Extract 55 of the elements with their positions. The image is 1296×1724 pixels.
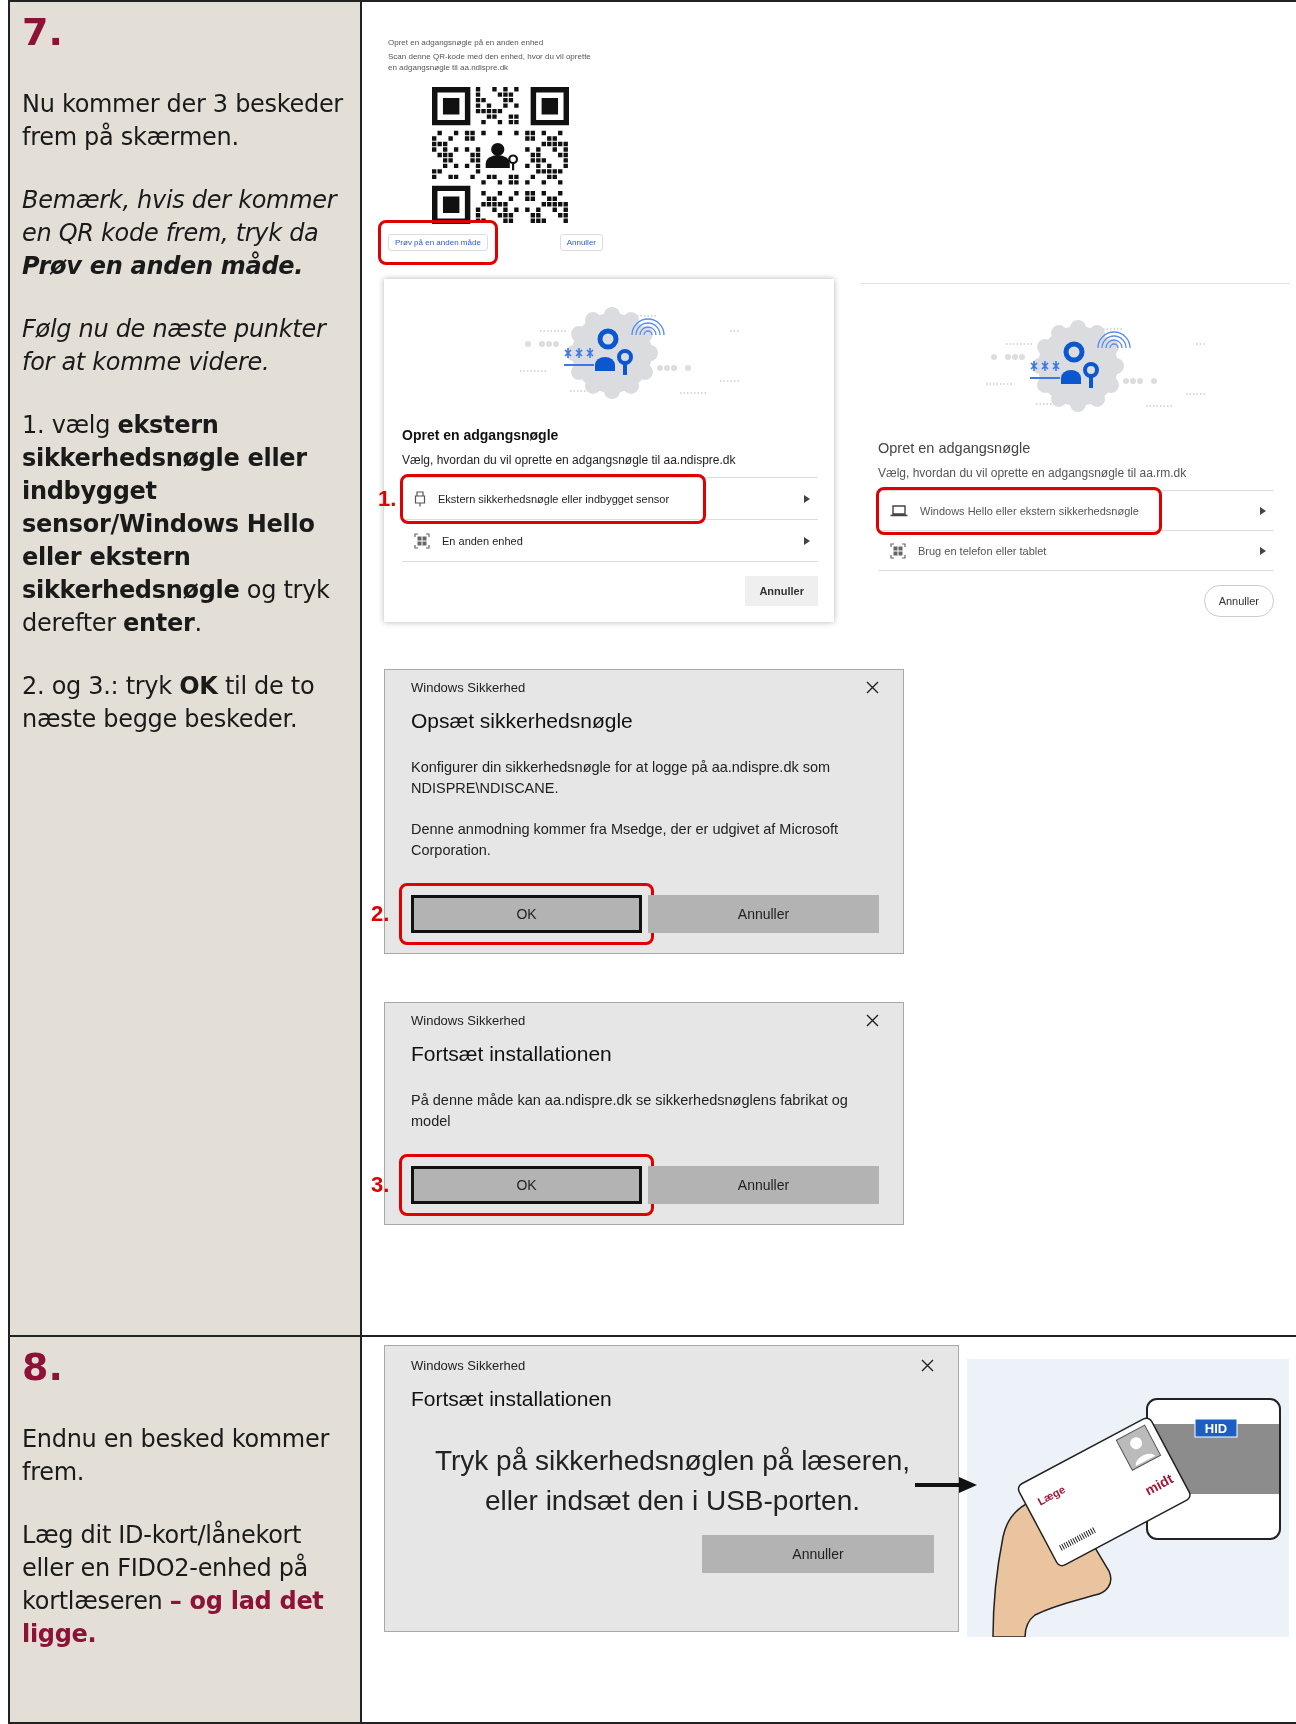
step-number: 7. (22, 10, 63, 54)
close-icon[interactable] (866, 1014, 879, 1027)
cancel-button[interactable]: Annuller (648, 1166, 879, 1204)
dialog-title: Opret en adgangsnøgle på en anden enhed (388, 38, 545, 47)
instruction-text: Følg nu de næste punkter for at komme videre. (22, 314, 328, 378)
option-row[interactable]: Ekstern sikkerhedsnøgle eller indbygget sensor (402, 478, 818, 520)
dialog-title: Opret en adgangsnøgle (878, 440, 1032, 456)
instruction-text: Nu kommer der 3 beskeder frem på skærmen. (22, 89, 344, 153)
cancel-button[interactable]: Annuller (1203, 585, 1274, 617)
instruction-text: 2. og 3.: tryk OK til de to næste begge beskeder. (22, 671, 316, 735)
caret-icon (804, 494, 810, 503)
grid-icon (414, 532, 430, 549)
dialog-title: Opret en adgangsnøgle (402, 427, 560, 443)
option-row[interactable]: Windows Hello eller ekstern sikkerhedsnøgle (878, 491, 1274, 531)
dialog-caption: Windows Sikkerhed (411, 680, 526, 695)
card-brand: midt (1142, 1470, 1176, 1499)
ok-button[interactable]: OK (411, 1166, 642, 1204)
dialog-title: Fortsæt installationen (411, 1387, 613, 1411)
laptop-icon (890, 504, 908, 517)
alternative-button[interactable]: Prøv på en anden måde (388, 234, 488, 251)
caret-icon (804, 536, 810, 545)
caret-icon (1260, 506, 1266, 515)
instruction-text: Læg dit ID-kort/lånekort eller en FIDO2-enhed på kortlæseren – og lad det ligge. (22, 1519, 325, 1650)
reader-logo: HID (1204, 1421, 1228, 1436)
cancel-button[interactable]: Annuller (559, 234, 603, 251)
dialog-text: Konfigurer din sikkerhedsnøgle for at logge på aa.ndispre.dk som NDISPRE\NDISCANE. (411, 758, 832, 798)
close-icon[interactable] (866, 681, 879, 694)
option-row[interactable]: En anden enhed (402, 520, 818, 562)
dialog-text: Denne anmodning kommer fra Msedge, der er udgivet af Microsoft Corporation. (411, 820, 840, 860)
caret-icon (1260, 546, 1266, 555)
dialog-caption: Windows Sikkerhed (411, 1358, 526, 1373)
step-marker: 2. (371, 901, 390, 927)
step-marker: 1. (378, 486, 397, 512)
step-number: 8. (22, 1345, 63, 1389)
dialog-title: Fortsæt installationen (411, 1042, 613, 1066)
usb-key-icon (414, 490, 426, 507)
instruction-text: 1. vælg ekstern sikkerhedsnøgle eller indbygget sensor/Windows Hello eller ekstern sikkerhedsnøgle og tryk derefter enter. (22, 410, 331, 639)
cancel-button[interactable]: Annuller (702, 1535, 934, 1573)
dialog-text: På denne måde kan aa.ndispre.dk se sikkerhedsnøglens fabrikat og model (411, 1091, 849, 1131)
dialog-message: Tryk på sikkerhedsnøglen på læseren, eller indsæt den i USB-porten. (433, 1444, 912, 1518)
option-row[interactable]: Brug en telefon eller tablet (878, 531, 1274, 571)
instruction-text: Bemærk, hvis der kommer en QR kode frem, tryk da Prøv en anden måde. (22, 185, 339, 282)
instruction-text: Endnu en besked kommer frem. (22, 1424, 331, 1488)
dialog-title: Opsæt sikkerhedsnøgle (411, 709, 634, 733)
close-icon[interactable] (921, 1359, 934, 1372)
step-marker: 3. (371, 1172, 390, 1198)
pointer-arrow (915, 1476, 977, 1494)
cancel-button[interactable]: Annuller (648, 895, 879, 933)
dialog-text: Scan denne QR-kode med den enhed, hvor du vil oprette en adgangsnøgle til aa.ndispre.dk (388, 51, 592, 73)
dialog-text: Vælg, hvordan du vil oprette en adgangsnøgle til aa.rm.dk (878, 466, 1274, 491)
dialog-caption: Windows Sikkerhed (411, 1013, 526, 1028)
grid-icon (890, 542, 906, 559)
dialog-text: Vælg, hvordan du vil oprette en adgangsnøgle til aa.ndispre.dk (402, 453, 818, 478)
cancel-button[interactable]: Annuller (745, 576, 818, 606)
ok-button[interactable]: OK (411, 895, 642, 933)
